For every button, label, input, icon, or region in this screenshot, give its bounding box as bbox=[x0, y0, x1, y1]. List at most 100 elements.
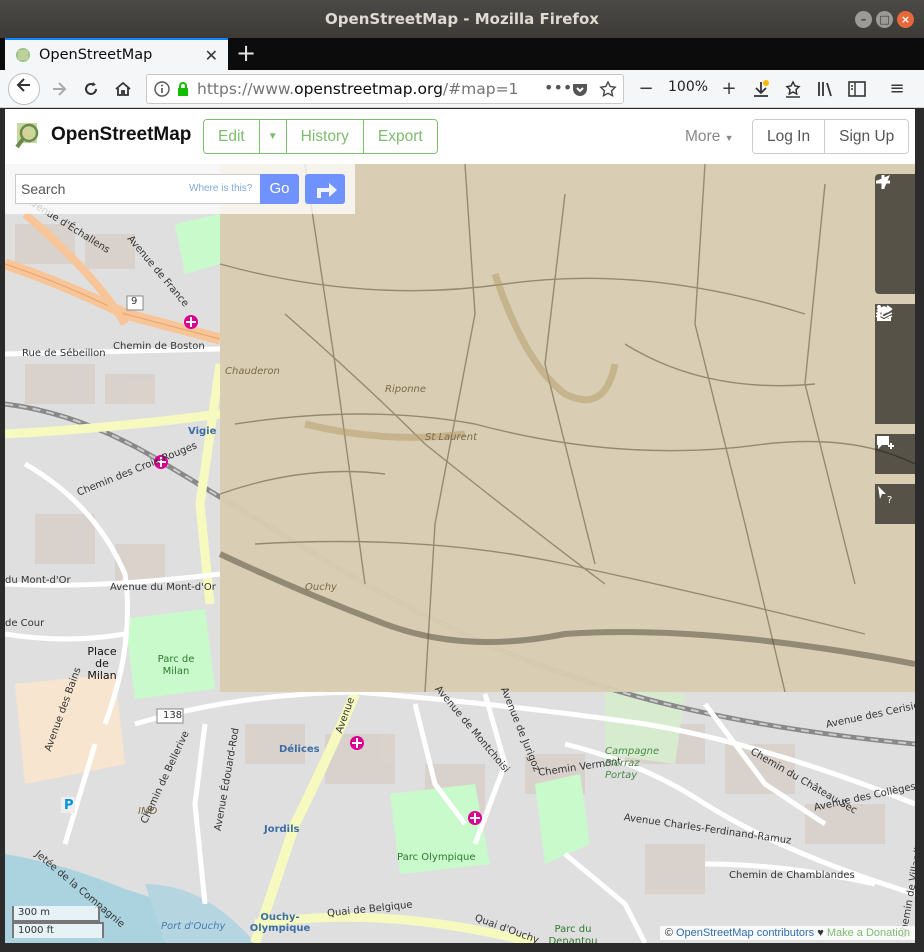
bus-stop-label: Délices bbox=[279, 744, 320, 755]
directions-button[interactable] bbox=[305, 174, 345, 204]
bus-stop-label: Ouchy-Olympique bbox=[249, 912, 311, 934]
window-title: OpenStreetMap - Mozilla Firefox bbox=[325, 10, 599, 28]
bookmark-star-icon[interactable] bbox=[599, 80, 617, 98]
more-menu[interactable]: More ▼ bbox=[685, 128, 734, 146]
tab-title: OpenStreetMap bbox=[39, 47, 153, 63]
account-toolbar: Log In Sign Up bbox=[752, 119, 910, 154]
home-icon[interactable] bbox=[108, 74, 138, 104]
url-text[interactable]: https://www.openstreetmap.org/#map=15/4 bbox=[197, 80, 517, 98]
zoom-out-icon[interactable]: − bbox=[631, 74, 661, 104]
route-number: 138 bbox=[163, 710, 183, 721]
note-controls bbox=[875, 434, 915, 474]
library-icon[interactable] bbox=[810, 74, 840, 104]
street-label: Chemin de Chamblandes bbox=[729, 870, 855, 881]
scale-metric: 300 m bbox=[12, 906, 100, 922]
site-info-icon[interactable] bbox=[153, 80, 171, 98]
signup-button[interactable]: Sign Up bbox=[825, 120, 909, 153]
close-tab-icon[interactable]: ✕ bbox=[205, 46, 218, 65]
park-label: Parc du Denantou bbox=[548, 924, 598, 943]
go-button[interactable]: Go bbox=[260, 174, 299, 204]
new-tab-icon[interactable]: + bbox=[234, 40, 258, 68]
map-tiles bbox=[5, 164, 915, 943]
url-bar[interactable]: https://www.openstreetmap.org/#map=15/4 … bbox=[146, 74, 624, 104]
map-scale: 300 m 1000 ft bbox=[12, 906, 104, 938]
sidebar-icon[interactable] bbox=[842, 74, 872, 104]
pocket-icon[interactable] bbox=[571, 80, 589, 98]
street-label: de Cour bbox=[5, 618, 45, 629]
osm-favicon-icon bbox=[16, 48, 30, 62]
more-caret-icon: ▼ bbox=[724, 133, 734, 143]
hamburger-menu-icon[interactable]: ≡ bbox=[882, 74, 912, 104]
edit-button[interactable]: Edit bbox=[204, 120, 260, 153]
historic-label: Ouchy bbox=[305, 582, 337, 593]
url-path: /#map=15/4 bbox=[442, 80, 517, 98]
park-label: Parc Olympique bbox=[397, 852, 476, 863]
page-actions-icon[interactable]: ••• bbox=[544, 78, 572, 97]
directions-icon bbox=[317, 183, 337, 198]
where-is-this-link[interactable]: Where is this? bbox=[189, 183, 252, 194]
layer-controls bbox=[875, 304, 915, 424]
historic-label: Chauderon bbox=[225, 366, 280, 377]
brand-name: OpenStreetMap bbox=[51, 124, 192, 145]
forward-arrow-icon[interactable] bbox=[44, 74, 74, 104]
water-label: Port d'Ouchy bbox=[161, 921, 226, 932]
svg-text:?: ? bbox=[887, 495, 892, 504]
tab-bar: OpenStreetMap ✕ + bbox=[0, 38, 924, 70]
url-scheme: https://www. bbox=[197, 80, 295, 98]
donate-link[interactable]: Make a Donation bbox=[827, 927, 910, 939]
minimize-icon[interactable]: – bbox=[855, 11, 872, 28]
window-titlebar: OpenStreetMap - Mozilla Firefox – □ × bbox=[0, 0, 924, 38]
export-button[interactable]: Export bbox=[363, 120, 437, 153]
share-icon[interactable] bbox=[875, 305, 915, 424]
zoom-level[interactable]: 100% bbox=[668, 79, 708, 95]
historic-label: Riponne bbox=[385, 384, 427, 395]
historic-label: St Laurent bbox=[425, 432, 478, 443]
bus-stop-label: Jordils bbox=[264, 824, 300, 835]
copyright-symbol: © bbox=[664, 927, 673, 939]
close-window-icon[interactable]: × bbox=[897, 11, 914, 28]
back-arrow-icon[interactable] bbox=[8, 73, 40, 105]
street-label: Rue de Sébeillon bbox=[22, 348, 106, 359]
zoom-in-icon[interactable]: + bbox=[714, 74, 744, 104]
parking-icon: P bbox=[64, 798, 74, 813]
bookmark-menu-icon[interactable] bbox=[778, 74, 808, 104]
bus-stop-label: Vigie bbox=[188, 426, 217, 437]
edit-toolbar: Edit ▼ History Export bbox=[203, 119, 438, 154]
osm-header: OpenStreetMap Edit ▼ History Export More… bbox=[5, 109, 915, 164]
locate-icon[interactable] bbox=[875, 175, 915, 294]
zoom-controls bbox=[875, 174, 915, 294]
navigation-toolbar: https://www.openstreetmap.org/#map=15/4 … bbox=[0, 70, 924, 108]
street-label: Chemin de Boston bbox=[113, 341, 205, 352]
url-host: openstreetmap.org bbox=[294, 80, 443, 98]
downloads-icon[interactable] bbox=[746, 74, 776, 104]
lock-icon bbox=[178, 82, 188, 96]
login-button[interactable]: Log In bbox=[753, 120, 826, 153]
map-canvas[interactable]: Avenue d'Échallens Avenue de France 9 Ch… bbox=[5, 164, 915, 943]
park-label: Campagne Pierraz Portay bbox=[605, 746, 660, 781]
heart-icon: ♥ bbox=[817, 927, 824, 939]
query-features-icon[interactable]: ? bbox=[875, 484, 915, 524]
park-label: Parc de Milan bbox=[157, 654, 195, 677]
query-controls: ? bbox=[875, 484, 915, 524]
map-attribution: © OpenStreetMap contributors ♥ Make a Do… bbox=[659, 926, 915, 940]
place-label: Place de Milan bbox=[87, 645, 117, 682]
place-label: IMD bbox=[138, 806, 158, 817]
contributors-link[interactable]: OpenStreetMap contributors bbox=[676, 927, 814, 939]
tab-openstreetmap[interactable]: OpenStreetMap ✕ bbox=[5, 38, 228, 70]
maximize-icon[interactable]: □ bbox=[876, 11, 893, 28]
search-panel: Search Where is this? Go bbox=[5, 164, 355, 214]
scale-imperial: 1000 ft bbox=[12, 922, 104, 938]
info-icon[interactable] bbox=[875, 305, 915, 384]
edit-dropdown-icon[interactable]: ▼ bbox=[259, 120, 287, 153]
reload-icon[interactable] bbox=[76, 74, 106, 104]
street-label: du Mont-d'Or bbox=[5, 575, 71, 586]
zoom-out-map-icon[interactable] bbox=[875, 180, 915, 254]
window-controls: – □ × bbox=[855, 11, 914, 28]
more-label: More bbox=[685, 128, 721, 145]
history-button[interactable]: History bbox=[286, 120, 364, 153]
route-number: 9 bbox=[131, 296, 138, 307]
osm-logo[interactable]: OpenStreetMap bbox=[15, 120, 191, 150]
osm-magnifier-icon bbox=[15, 123, 39, 149]
street-label: Avenue du Mont-d'Or bbox=[110, 582, 216, 593]
add-note-icon[interactable] bbox=[875, 434, 915, 474]
